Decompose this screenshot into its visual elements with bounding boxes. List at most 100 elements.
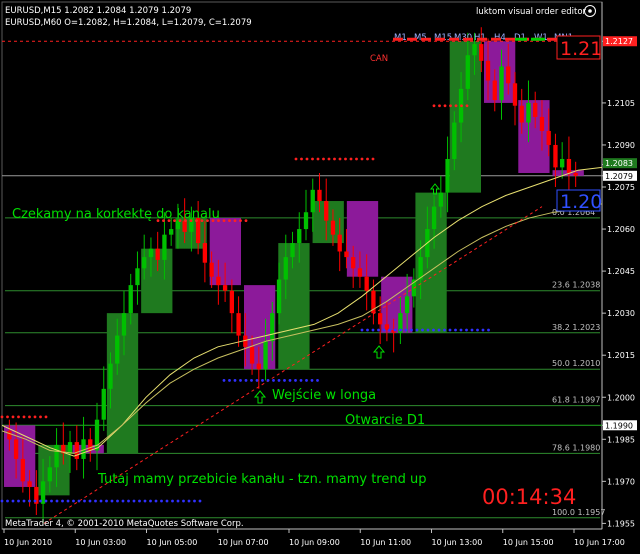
blue-stop-dot: [83, 499, 86, 503]
red-stop-dot: [39, 415, 42, 419]
blue-stop-dot: [160, 499, 163, 503]
candle-body: [573, 172, 578, 176]
candle-body: [74, 442, 79, 459]
candle-body: [512, 83, 518, 106]
price-tick-label: 1.2015: [607, 351, 635, 360]
red-stop-dot: [233, 219, 237, 223]
time-axis: 10 Jun 2010 10 Jun 03:00 10 Jun 05:00 10 Ju…: [3, 529, 625, 547]
blue-stop-dot: [277, 379, 281, 382]
blue-stop-dot: [272, 379, 275, 382]
candle-body: [445, 158, 450, 193]
candle-body: [297, 229, 302, 244]
blue-stop-dot: [61, 499, 64, 503]
blue-stop-dot: [299, 379, 303, 382]
red-stop-dot: [465, 104, 469, 108]
blue-stop-dot: [88, 499, 92, 503]
red-stop-dot: [0, 415, 4, 419]
blue-stop-dot: [28, 499, 31, 503]
candle-body: [162, 234, 167, 260]
candle-body: [351, 257, 356, 269]
red-stop-dot: [449, 104, 452, 108]
blue-stop-dot: [222, 379, 226, 382]
candle-body: [324, 201, 329, 221]
blue-stop-dot: [233, 379, 237, 382]
price-marker-label: 1.2127: [605, 37, 633, 46]
blue-stop-dot: [72, 499, 75, 503]
blue-stop-dot: [99, 499, 103, 503]
blue-stop-dot: [415, 328, 419, 332]
candle-body: [182, 220, 187, 232]
blue-stop-dot: [250, 379, 253, 382]
red-stop-dot: [28, 415, 31, 419]
blue-stop-dot: [294, 379, 297, 382]
candle-body: [438, 192, 443, 207]
blue-stop-dot: [105, 499, 108, 503]
red-stop-dot: [322, 157, 325, 161]
red-stop-dot: [460, 104, 463, 108]
chart-canvas[interactable]: 0.0 1.206423.6 1.203838.2 1.202350.0 1.2…: [0, 0, 640, 550]
time-tick-label: 10 Jun 17:00: [574, 538, 625, 547]
candle-body: [566, 158, 572, 173]
candle-body: [128, 285, 133, 314]
blue-stop-dot: [66, 499, 70, 503]
candle-body: [148, 248, 154, 258]
blue-stop-dot: [410, 328, 413, 332]
blue-stop-dot: [255, 379, 259, 382]
blue-stop-dot: [22, 499, 26, 503]
blue-stop-dot: [266, 379, 270, 382]
red-stop-dot: [371, 157, 375, 161]
blue-stop-dot: [39, 499, 42, 503]
candle-body: [209, 262, 214, 277]
candle-body: [553, 144, 558, 168]
price-axis: 1.2127 1.2105 1.2090 1.2083 1.2079 1.2075 1.20…: [602, 36, 637, 528]
blue-stop-dot: [165, 499, 169, 503]
annotation-waiting-correction: Czekamy na korkektę do kanalu: [12, 207, 220, 222]
blue-stop-dot: [198, 499, 202, 503]
trading-chart[interactable]: 0.0 1.2064 23.6 1.2038 38.2 1.2023 50.0 1.2…: [0, 0, 640, 550]
blue-stop-dot: [487, 328, 490, 332]
blue-stop-dot: [443, 328, 446, 332]
candle-body: [276, 279, 282, 314]
blue-stop-dot: [393, 328, 397, 332]
candle-body: [337, 234, 342, 252]
price-marker-label: 1.2079: [605, 172, 633, 181]
visual-order-editor-label: luktom visual order editor: [476, 7, 587, 17]
red-stop-dot: [33, 415, 37, 419]
red-stop-dot: [311, 157, 314, 161]
blue-stop-dot: [421, 328, 424, 332]
candle-body: [263, 341, 268, 370]
candle-body: [479, 44, 484, 61]
red-stop-dot: [222, 219, 226, 223]
red-stop-dot: [349, 157, 353, 161]
candle-body: [283, 257, 288, 280]
header-symbol-m15: EURUSD,M15 1.2082 1.2084 1.2079 1.2079: [5, 6, 191, 16]
copyright-text: MetaTrader 4, © 2001-2010 MetaQuotes Sof…: [5, 519, 244, 529]
red-stop-dot: [6, 415, 9, 419]
candle-body: [169, 229, 174, 235]
candle-body: [47, 467, 52, 482]
blue-stop-dot: [437, 328, 441, 332]
candle-body: [431, 206, 437, 230]
candle-body: [236, 313, 241, 336]
price-tick-label: 1.1970: [607, 477, 635, 486]
red-stop-dot: [294, 157, 298, 161]
blue-stop-dot: [55, 499, 59, 503]
red-stop-dot: [454, 104, 458, 108]
price-tick-label: 1.2060: [607, 225, 635, 234]
candle-body: [256, 363, 261, 370]
blue-stop-dot: [149, 499, 152, 503]
blue-stop-dot: [476, 328, 479, 332]
blue-stop-dot: [399, 328, 402, 332]
candle-body: [506, 66, 511, 84]
blue-stop-dot: [182, 499, 185, 503]
blue-stop-dot: [116, 499, 119, 503]
time-tick-label: 10 Jun 05:00: [147, 538, 198, 547]
blue-stop-dot: [366, 328, 369, 332]
blue-stop-dot: [17, 499, 20, 503]
red-stop-dot: [244, 219, 248, 223]
candle-body: [364, 276, 369, 291]
blue-stop-dot: [382, 328, 386, 332]
candle-body: [485, 60, 491, 81]
red-stop-dot: [344, 157, 347, 161]
fib-level-label: 23.6 1.2038: [552, 281, 600, 290]
